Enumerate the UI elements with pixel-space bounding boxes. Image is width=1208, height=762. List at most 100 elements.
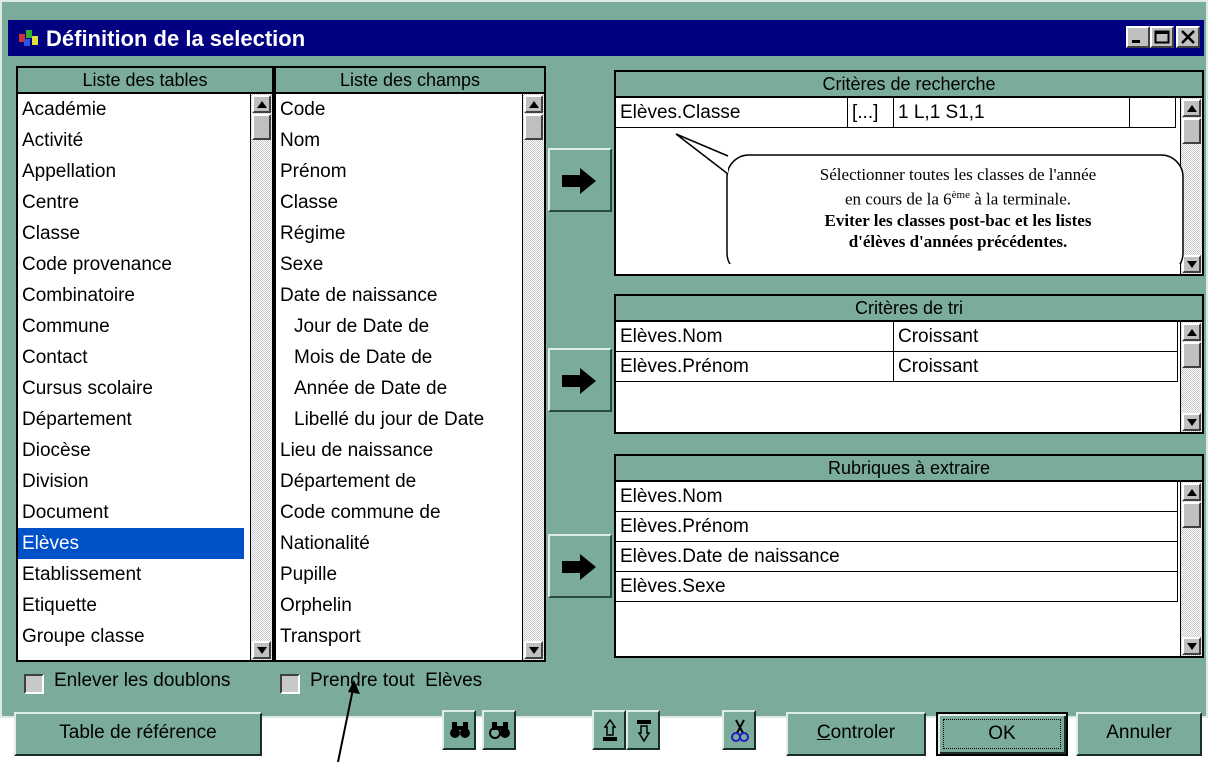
list-item[interactable]: Commune — [18, 311, 250, 342]
sort-field: Elèves.Nom — [616, 322, 894, 352]
tables-list[interactable]: Académie Activité Appellation Centre Classe C… — [18, 94, 250, 660]
scroll-down-button[interactable] — [252, 641, 271, 659]
sort-order[interactable]: Croissant — [894, 352, 1178, 382]
list-item[interactable]: Code provenance — [18, 249, 250, 280]
reference-table-button[interactable]: Table de référence — [14, 712, 262, 756]
criteria-value[interactable]: 1 L,1 S1,1 — [894, 98, 1130, 128]
add-sort-criteria-button[interactable] — [548, 348, 612, 412]
add-extract-field-button[interactable] — [548, 534, 612, 598]
list-item[interactable]: Nationalité — [276, 528, 522, 559]
list-item[interactable]: Classe — [276, 187, 522, 218]
table-row[interactable]: Elèves.Prénom Croissant — [616, 352, 1184, 383]
extract-field: Elèves.Prénom — [616, 512, 1178, 542]
scroll-down-button[interactable] — [1182, 413, 1201, 431]
scroll-down-button[interactable] — [1182, 255, 1201, 273]
list-item[interactable]: Classe — [18, 218, 250, 249]
scroll-down-button[interactable] — [524, 641, 543, 659]
find-next-button[interactable] — [482, 710, 516, 750]
scroll-thumb[interactable] — [524, 114, 543, 140]
arrow-up-icon — [529, 101, 539, 108]
list-item[interactable]: Combinatoire — [18, 280, 250, 311]
criteria-operator[interactable]: [...] — [848, 98, 894, 128]
list-item[interactable]: Etablissement — [18, 559, 250, 590]
list-item[interactable]: Année de Date de — [276, 373, 522, 404]
sort-order[interactable]: Croissant — [894, 322, 1178, 352]
table-row[interactable]: Elèves.Date de naissance — [616, 542, 1184, 573]
list-item[interactable]: Code — [276, 94, 522, 125]
list-item[interactable]: Transport — [276, 621, 522, 652]
list-item[interactable]: Activité — [18, 125, 250, 156]
pen-up-button[interactable] — [592, 710, 626, 750]
ok-button[interactable]: OK — [936, 712, 1068, 756]
list-item[interactable]: Appellation — [18, 156, 250, 187]
search-button[interactable] — [442, 710, 476, 750]
list-item[interactable]: Cursus scolaire — [18, 373, 250, 404]
scroll-thumb[interactable] — [1182, 342, 1201, 368]
scroll-thumb[interactable] — [1182, 118, 1201, 144]
sort-criteria-scrollbar[interactable] — [1180, 322, 1202, 432]
list-item[interactable]: Code commune de — [276, 497, 522, 528]
fields-panel: Liste des champs Code Nom Prénom Classe Régi… — [274, 66, 546, 662]
list-item[interactable]: Prénom — [276, 156, 522, 187]
list-item[interactable]: Etiquette — [18, 590, 250, 621]
right-arrow-icon — [562, 554, 596, 580]
scroll-up-button[interactable] — [524, 95, 543, 113]
list-item[interactable]: Pupille — [276, 559, 522, 590]
maximize-button[interactable] — [1150, 26, 1174, 48]
list-item[interactable]: Jour de Date de — [276, 311, 522, 342]
remove-duplicates-checkbox[interactable] — [24, 674, 44, 694]
control-button[interactable]: Controler — [786, 712, 926, 756]
list-item[interactable]: Centre — [18, 187, 250, 218]
list-item[interactable]: Orphelin — [276, 590, 522, 621]
list-item[interactable]: Mois de Date de — [276, 342, 522, 373]
list-item[interactable]: Régime — [276, 218, 522, 249]
list-item[interactable]: Elèves — [18, 528, 244, 559]
callout-line: Sélectionner toutes les classes de l'ann… — [819, 165, 1097, 184]
list-item[interactable]: Département — [18, 404, 250, 435]
list-item[interactable]: Date de naissance — [276, 280, 522, 311]
list-item[interactable]: Département de — [276, 466, 522, 497]
fields-list[interactable]: Code Nom Prénom Classe Régime Sexe Date de nai… — [276, 94, 522, 660]
close-button[interactable] — [1176, 26, 1200, 48]
list-item[interactable]: Groupe classe — [18, 621, 250, 652]
arrow-down-icon — [1187, 261, 1197, 268]
fields-scrollbar[interactable] — [522, 94, 544, 660]
fields-header: Liste des champs — [276, 68, 544, 94]
list-item[interactable]: Diocèse — [18, 435, 250, 466]
list-item[interactable]: Sexe — [276, 249, 522, 280]
scroll-up-button[interactable] — [1182, 99, 1201, 117]
table-row[interactable]: Elèves.Nom Croissant — [616, 322, 1184, 353]
scroll-up-button[interactable] — [1182, 323, 1201, 341]
list-item[interactable]: Académie — [18, 94, 250, 125]
criteria-extra[interactable] — [1130, 98, 1176, 128]
criteria-field: Elèves.Classe — [616, 98, 848, 128]
list-item[interactable]: Libellé du jour de Date — [276, 404, 522, 435]
scissors-icon — [731, 719, 749, 742]
take-all-checkbox[interactable] — [280, 674, 300, 694]
list-item[interactable]: Lieu de naissance — [276, 435, 522, 466]
scroll-up-button[interactable] — [1182, 483, 1201, 501]
list-item[interactable]: Document — [18, 497, 250, 528]
add-search-criteria-button[interactable] — [548, 148, 612, 212]
tables-scrollbar[interactable] — [250, 94, 272, 660]
arrow-up-icon — [1187, 489, 1197, 496]
table-row[interactable]: Elèves.Prénom — [616, 512, 1184, 543]
scroll-thumb[interactable] — [1182, 502, 1201, 528]
list-item[interactable]: Division — [18, 466, 250, 497]
scroll-down-button[interactable] — [1182, 637, 1201, 655]
scroll-thumb[interactable] — [252, 114, 271, 140]
minimize-button[interactable] — [1126, 26, 1150, 48]
table-row[interactable]: Elèves.Nom — [616, 482, 1184, 513]
list-item[interactable]: Nom — [276, 125, 522, 156]
table-row[interactable]: Elèves.Sexe — [616, 572, 1184, 603]
scroll-up-button[interactable] — [252, 95, 271, 113]
callout-pointer — [675, 133, 729, 175]
cut-button[interactable] — [722, 710, 756, 750]
table-row[interactable]: Elèves.Classe [...] 1 L,1 S1,1 — [616, 98, 1184, 129]
extract-fields-scrollbar[interactable] — [1180, 482, 1202, 656]
arrow-down-icon — [529, 647, 539, 654]
callout-line: d'élèves d'années précédentes. — [848, 231, 1068, 251]
list-item[interactable]: Contact — [18, 342, 250, 373]
cancel-button[interactable]: Annuler — [1076, 712, 1202, 756]
pen-down-button[interactable] — [626, 710, 660, 750]
